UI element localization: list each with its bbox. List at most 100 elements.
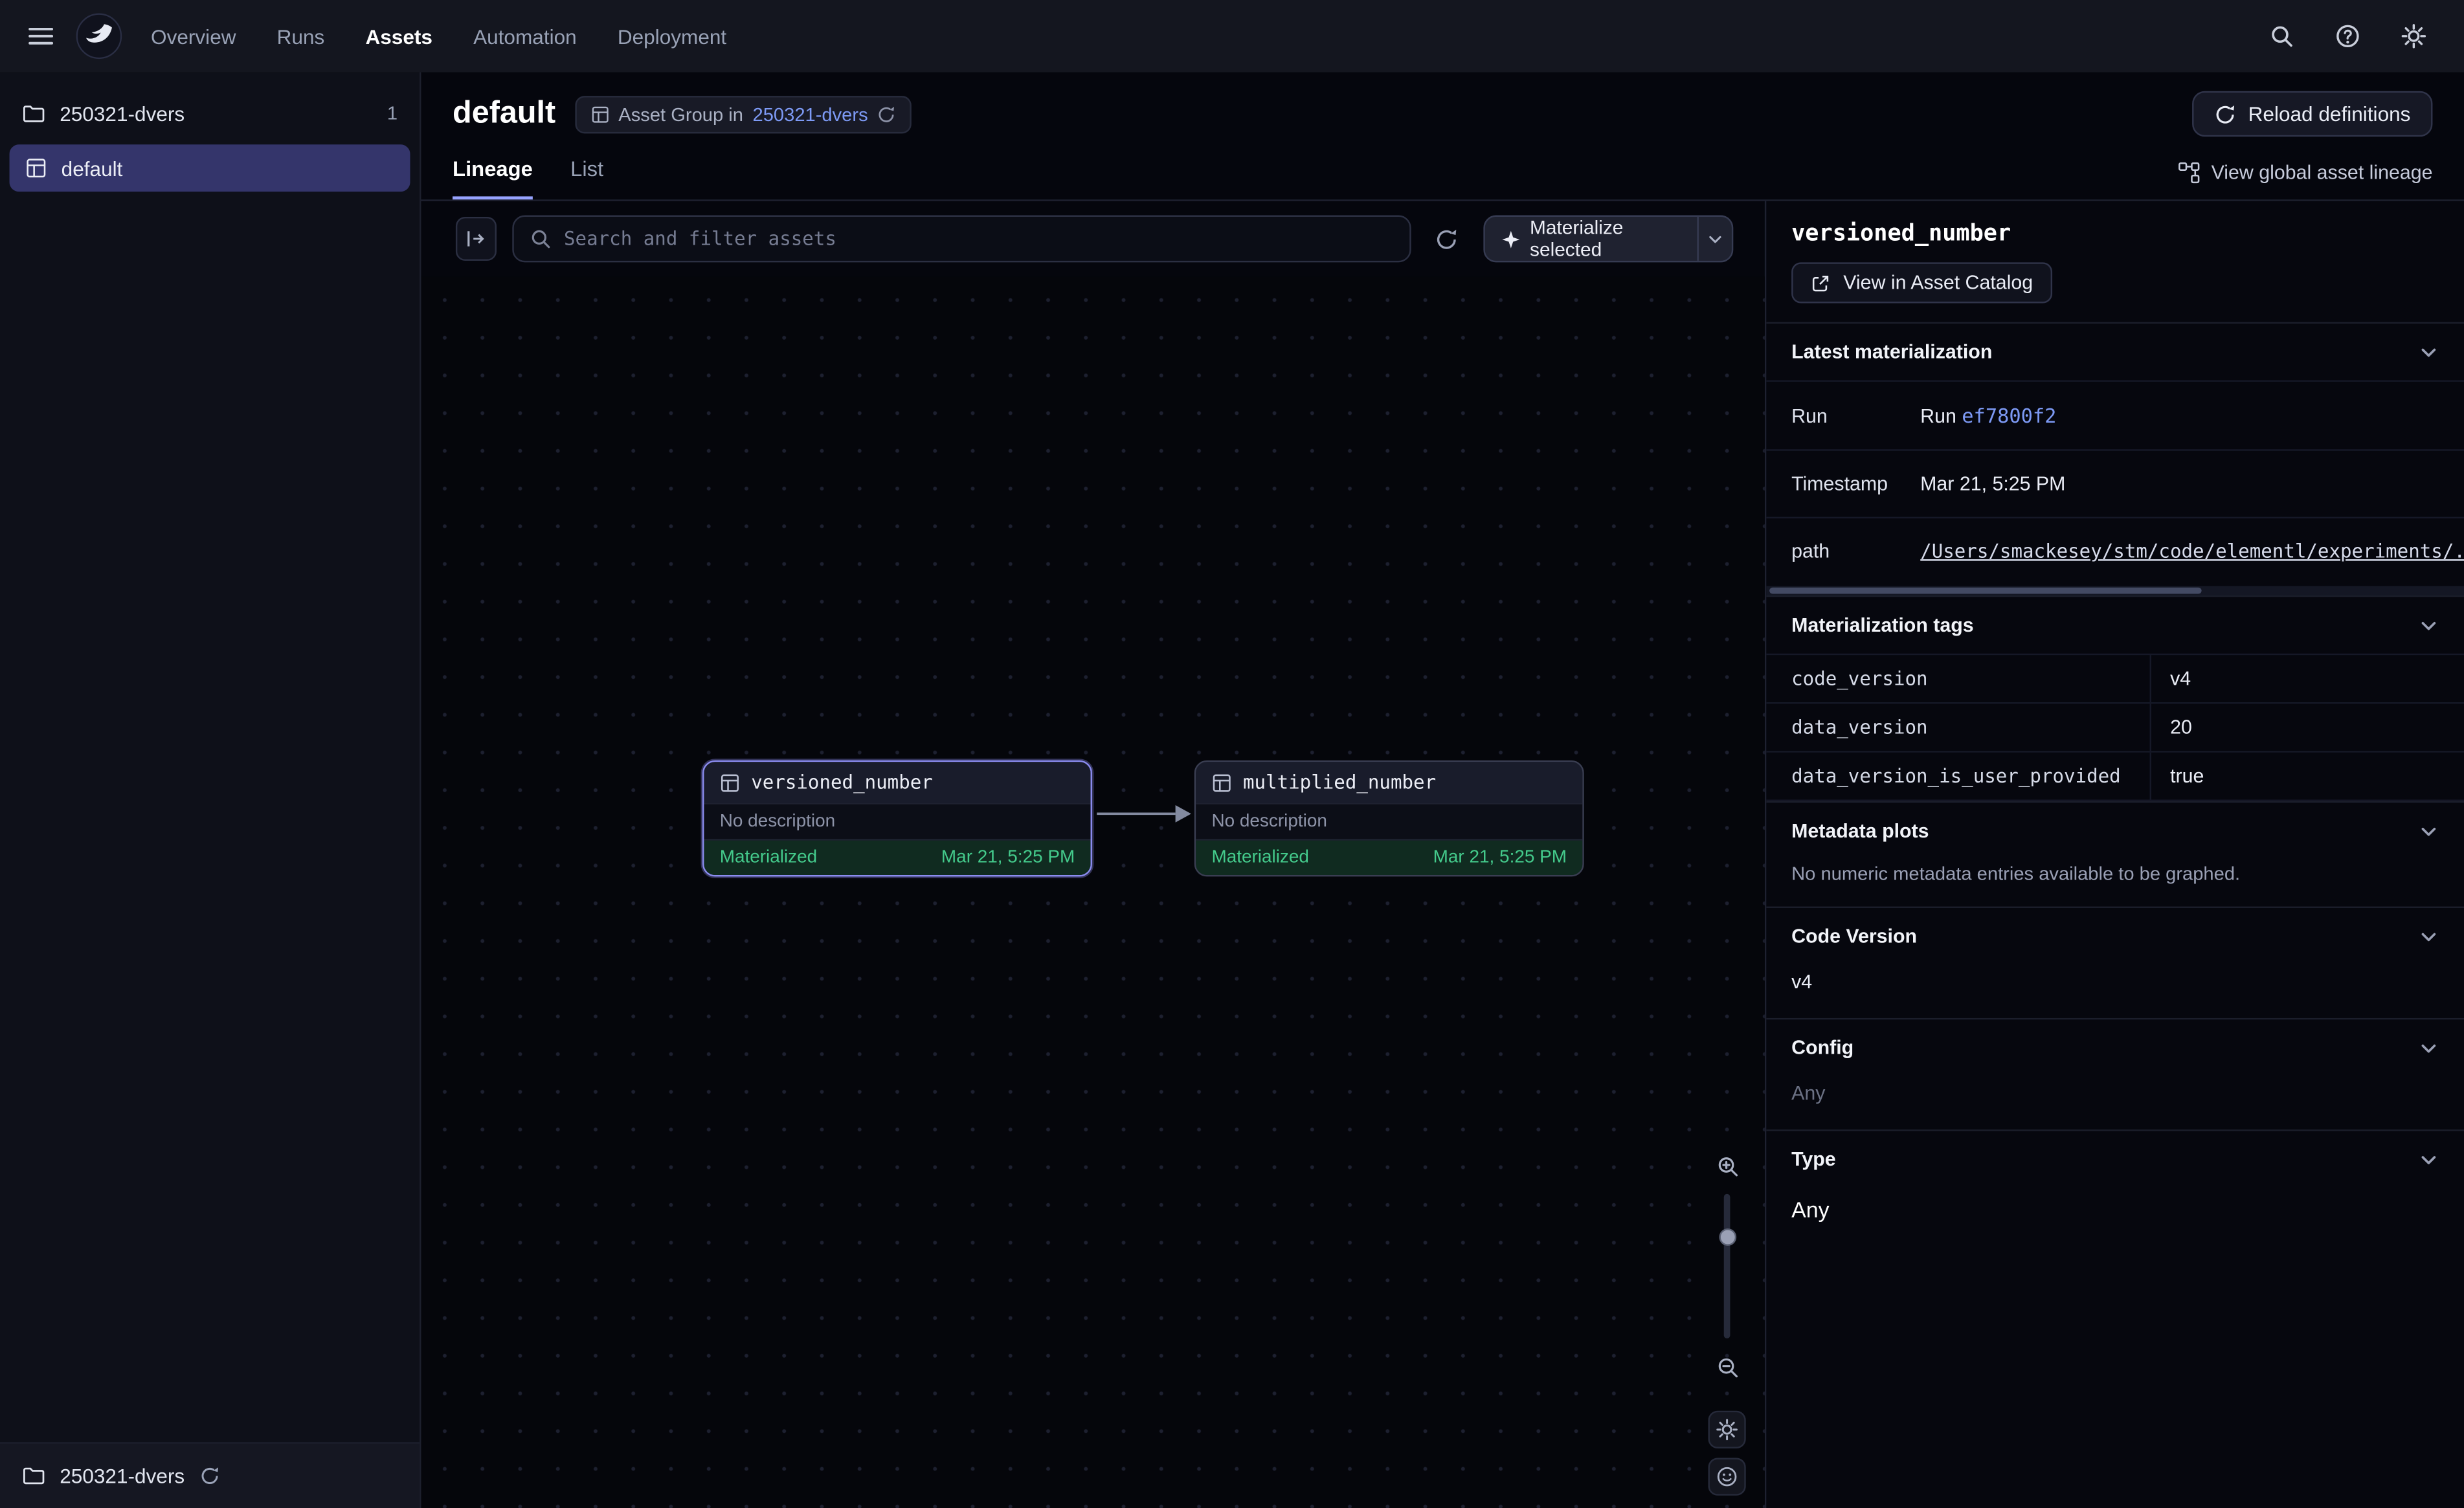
tab-list[interactable]: List bbox=[570, 157, 603, 200]
nav-runs[interactable]: Runs bbox=[277, 25, 325, 48]
chevron-down-icon[interactable] bbox=[2419, 821, 2439, 841]
path-link[interactable]: /Users/smackesey/stm/code/elementl/exper… bbox=[1920, 540, 2464, 562]
view-global-lineage-link[interactable]: View global asset lineage bbox=[2178, 162, 2433, 199]
reload-icon bbox=[2213, 103, 2235, 125]
chevron-down-icon[interactable] bbox=[2419, 615, 2439, 636]
materialized-timestamp: Mar 21, 5:25 PM bbox=[941, 848, 1075, 867]
search-icon bbox=[2269, 23, 2294, 49]
materialized-status: Materialized bbox=[1211, 848, 1308, 867]
materialize-split-button: Materialize selected bbox=[1483, 216, 1733, 263]
lineage-toolbar: Materialize selected bbox=[421, 201, 1765, 277]
chevron-down-icon[interactable] bbox=[2419, 1037, 2439, 1058]
code-version-value: v4 bbox=[1766, 964, 2464, 1018]
tabs-row: Lineage List View global asset lineage bbox=[453, 157, 2432, 200]
gear-icon bbox=[2401, 23, 2426, 49]
section-title: Code Version bbox=[1791, 926, 1917, 948]
zoom-slider-knob[interactable] bbox=[1718, 1228, 1736, 1246]
nav-assets[interactable]: Assets bbox=[365, 25, 432, 48]
hamburger-menu-button[interactable] bbox=[19, 14, 63, 58]
lineage-area: Materialize selected bbox=[421, 201, 1765, 1508]
run-label: Run bbox=[1766, 383, 1920, 449]
materialized-timestamp: Mar 21, 5:25 PM bbox=[1433, 848, 1567, 867]
folder-icon bbox=[22, 102, 45, 125]
sidebar-spacer bbox=[0, 195, 420, 1442]
asset-node-status-bar: Materialized Mar 21, 5:25 PM bbox=[1196, 839, 1582, 875]
section-latest-materialization[interactable]: Latest materialization bbox=[1766, 322, 2464, 381]
tag-key: data_version bbox=[1766, 704, 2149, 751]
tag-row: data_version_is_user_provided true bbox=[1766, 751, 2464, 799]
main-area: default Asset Group in 250321-dvers bbox=[421, 72, 2464, 1508]
sidebar-toggle-button[interactable] bbox=[456, 217, 497, 261]
page-header: default Asset Group in 250321-dvers bbox=[421, 72, 2464, 201]
refresh-icon[interactable] bbox=[199, 1466, 219, 1487]
lineage-edge-arrow bbox=[1093, 795, 1194, 832]
section-title: Type bbox=[1791, 1148, 1836, 1170]
sidebar: 250321-dvers 1 default 250321-dvers bbox=[0, 72, 421, 1508]
reload-definitions-label: Reload definitions bbox=[2248, 102, 2411, 126]
help-button[interactable] bbox=[2325, 14, 2369, 58]
sidebar-footer-row[interactable]: 250321-dvers bbox=[0, 1442, 420, 1508]
sparkle-icon bbox=[1500, 228, 1521, 249]
section-type[interactable]: Type bbox=[1766, 1129, 2464, 1188]
timestamp-value: Mar 21, 5:25 PM bbox=[1920, 451, 2464, 517]
zoom-out-icon bbox=[1715, 1355, 1738, 1379]
feedback-button[interactable] bbox=[1708, 1458, 1745, 1496]
asset-node-multiplied-number[interactable]: multiplied_number No description Materia… bbox=[1194, 760, 1584, 877]
sidebar-item-default[interactable]: default bbox=[10, 144, 410, 192]
badge-group-link[interactable]: 250321-dvers bbox=[753, 103, 868, 125]
dagster-logo[interactable] bbox=[76, 12, 123, 60]
view-global-lineage-label: View global asset lineage bbox=[2212, 162, 2433, 184]
zoom-controls bbox=[1708, 1147, 1745, 1496]
section-config[interactable]: Config bbox=[1766, 1018, 2464, 1076]
zoom-slider[interactable] bbox=[1708, 1194, 1745, 1338]
materialize-selected-button[interactable]: Materialize selected bbox=[1484, 217, 1697, 261]
panel-asset-title: versioned_number bbox=[1791, 221, 2439, 247]
tag-key: code_version bbox=[1766, 655, 2149, 702]
lineage-graph-canvas[interactable]: versioned_number No description Material… bbox=[421, 276, 1765, 1508]
sidebar-item-label: default bbox=[62, 157, 123, 180]
materialize-selected-label: Materialize selected bbox=[1530, 217, 1682, 261]
tab-lineage[interactable]: Lineage bbox=[453, 157, 533, 200]
nav-automation[interactable]: Automation bbox=[473, 25, 577, 48]
section-metadata-plots[interactable]: Metadata plots bbox=[1766, 801, 2464, 859]
zoom-slider-track[interactable] bbox=[1724, 1194, 1730, 1338]
sidebar-footer-label: 250321-dvers bbox=[60, 1464, 185, 1487]
view-in-asset-catalog-button[interactable]: View in Asset Catalog bbox=[1791, 262, 2052, 303]
page-title: default bbox=[453, 96, 555, 132]
section-materialization-tags[interactable]: Materialization tags bbox=[1766, 595, 2464, 654]
run-id-link[interactable]: ef7800f2 bbox=[1962, 404, 2056, 427]
section-title: Materialization tags bbox=[1791, 614, 1974, 636]
zoom-out-button[interactable] bbox=[1708, 1348, 1745, 1386]
nav-deployment[interactable]: Deployment bbox=[618, 25, 726, 48]
refresh-icon bbox=[1435, 227, 1459, 250]
graph-refresh-button[interactable] bbox=[1427, 217, 1467, 261]
chevron-down-icon[interactable] bbox=[2419, 342, 2439, 362]
asset-node-versioned-number[interactable]: versioned_number No description Material… bbox=[702, 760, 1092, 877]
run-row: Run Run ef7800f2 bbox=[1766, 380, 2464, 449]
panel-horizontal-scrollbar-thumb[interactable] bbox=[1769, 588, 2202, 594]
asset-node-description: No description bbox=[1196, 803, 1582, 839]
chevron-down-icon bbox=[1707, 230, 1724, 248]
chevron-down-icon[interactable] bbox=[2419, 926, 2439, 947]
refresh-icon[interactable] bbox=[877, 104, 896, 123]
reload-definitions-button[interactable]: Reload definitions bbox=[2191, 91, 2432, 137]
asset-table-icon bbox=[720, 772, 741, 793]
chevron-down-icon[interactable] bbox=[2419, 1149, 2439, 1170]
panel-horizontal-scrollbar[interactable] bbox=[1766, 586, 2464, 595]
primary-nav: Overview Runs Assets Automation Deployme… bbox=[151, 25, 726, 48]
search-button[interactable] bbox=[2259, 14, 2303, 58]
asset-node-status-bar: Materialized Mar 21, 5:25 PM bbox=[704, 839, 1090, 875]
type-value: Any bbox=[1766, 1188, 2464, 1247]
tag-value: v4 bbox=[2150, 655, 2464, 702]
settings-button[interactable] bbox=[2391, 14, 2436, 58]
zoom-in-button[interactable] bbox=[1708, 1147, 1745, 1184]
materialize-dropdown-button[interactable] bbox=[1697, 217, 1732, 261]
graph-settings-button[interactable] bbox=[1708, 1411, 1745, 1448]
zoom-in-icon bbox=[1715, 1154, 1738, 1177]
sidebar-group-row[interactable]: 250321-dvers 1 bbox=[0, 85, 420, 141]
asset-search-input[interactable] bbox=[564, 228, 1394, 250]
section-code-version[interactable]: Code Version bbox=[1766, 907, 2464, 965]
nav-overview[interactable]: Overview bbox=[151, 25, 236, 48]
tag-row: data_version 20 bbox=[1766, 702, 2464, 751]
run-value-prefix: Run bbox=[1920, 405, 1956, 427]
